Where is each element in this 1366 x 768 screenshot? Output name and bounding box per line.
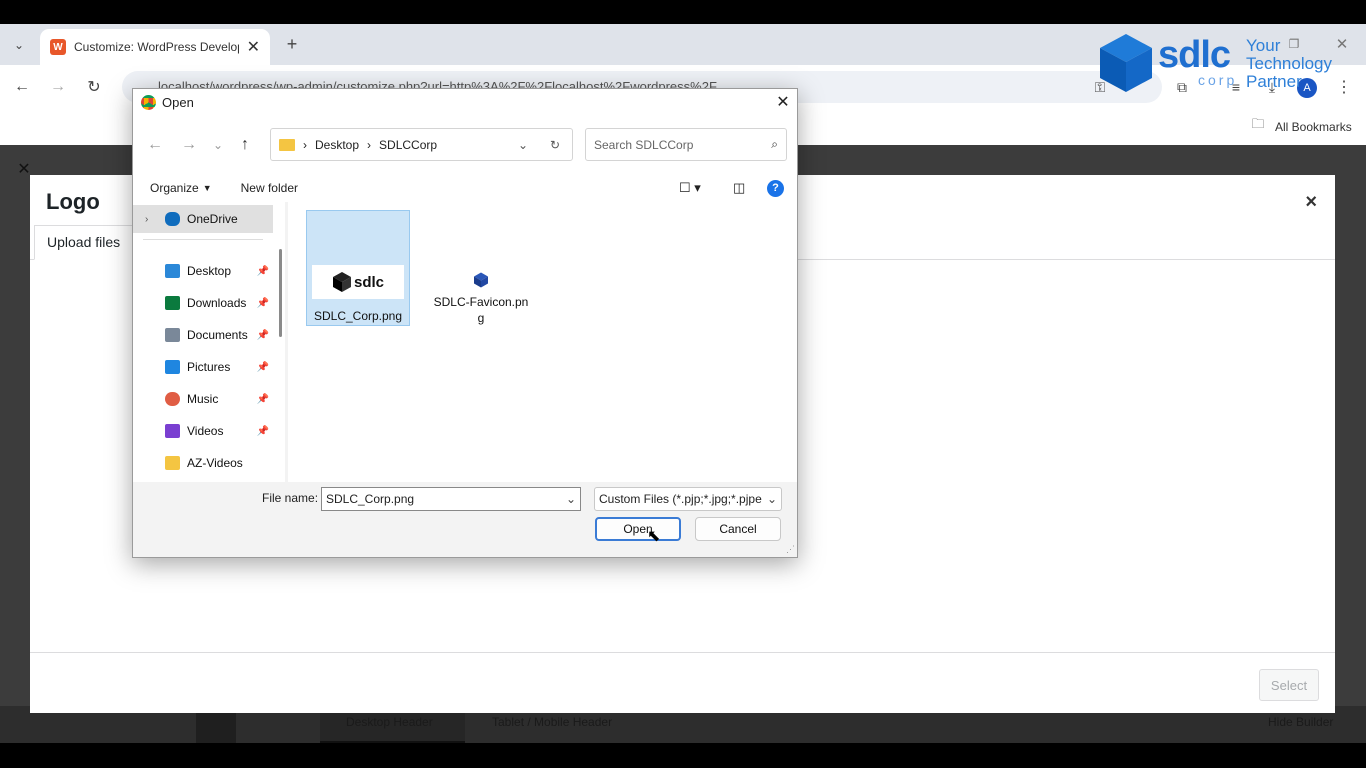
folder-icon [165, 456, 180, 470]
path-separator-icon: › [303, 137, 307, 152]
help-icon[interactable]: ? [767, 179, 784, 197]
open-button[interactable]: Open [595, 517, 681, 541]
wordpress-favicon-icon: W [50, 39, 66, 55]
dialog-forward-icon[interactable]: → [181, 136, 197, 154]
downloads-icon [165, 296, 180, 310]
chrome-icon [141, 95, 156, 110]
nav-item-az-videos[interactable]: AZ-Videos [133, 449, 273, 477]
nav-item-documents[interactable]: Documents 📌 [133, 321, 273, 349]
dialog-back-icon[interactable]: ← [147, 136, 163, 154]
preview-pane-icon[interactable]: ◫ [733, 180, 745, 196]
search-input[interactable]: Search SDLCCorp ⌕ [585, 128, 787, 161]
nav-item-desktop[interactable]: Desktop 📌 [133, 257, 273, 285]
chevron-down-icon: ▼ [202, 183, 212, 193]
pin-icon: 📌 [256, 361, 269, 373]
reload-icon[interactable]: ↻ [84, 77, 104, 97]
dialog-command-bar: Organize ▼ New folder ☐ ▾ ◫ ? [133, 174, 797, 202]
up-folder-icon[interactable]: ↑ [241, 136, 249, 154]
search-icon: ⌕ [771, 137, 778, 151]
new-tab-icon[interactable]: + [282, 34, 302, 54]
recent-locations-icon[interactable]: ⌄ [213, 138, 223, 152]
nav-item-pictures[interactable]: Pictures 📌 [133, 353, 273, 381]
navigation-pane: › OneDrive Desktop 📌 Downloads 📌 Documents… [133, 202, 285, 482]
file-type-select[interactable]: Custom Files (*.pjp;*.jpg;*.pjpe ⌄ [594, 487, 782, 511]
modal-title: Logo [46, 189, 100, 214]
upload-files-tab[interactable]: Upload files [34, 225, 134, 260]
logo-tagline: Your Technology Partner [1246, 36, 1333, 91]
path-separator-icon: › [367, 137, 372, 152]
tablet-header-tab[interactable]: Tablet / Mobile Header [492, 715, 612, 729]
organize-menu[interactable]: Organize [150, 181, 199, 195]
file-name-label: SDLC_Corp.png [313, 309, 403, 323]
pin-icon: 📌 [256, 425, 269, 437]
videos-icon [165, 424, 180, 438]
breadcrumb-sdlccorp[interactable]: SDLCCorp [379, 138, 437, 152]
screen-bottom-bar [0, 743, 1366, 768]
view-options-icon[interactable]: ☐ ▾ [679, 180, 701, 196]
file-item-sdlc-corp[interactable]: sdlc SDLC_Corp.png [306, 210, 410, 326]
browser-tab[interactable]: W Customize: WordPress Develop ✕ [40, 29, 270, 65]
nav-item-onedrive[interactable]: › OneDrive [133, 205, 273, 233]
breadcrumb-desktop[interactable]: Desktop [315, 138, 359, 152]
nav-divider [143, 239, 263, 240]
sdlc-logo-thumbnail: sdlc [312, 265, 404, 299]
modal-footer-divider [30, 652, 1335, 653]
tab-title: Customize: WordPress Develop [74, 40, 239, 54]
folder-path-bar[interactable]: › Desktop › SDLCCorp ⌄ ↻ [270, 128, 573, 161]
pin-icon: 📌 [256, 265, 269, 277]
cube-logo-icon [1100, 34, 1152, 92]
music-icon [165, 392, 180, 406]
file-name-input[interactable]: SDLC_Corp.png ⌄ [321, 487, 581, 511]
dialog-nav-row: ← → ⌄ ↑ › Desktop › SDLCCorp ⌄ ↻ Search … [133, 116, 797, 174]
modal-close-icon[interactable]: × [1305, 191, 1317, 214]
file-name-label: File name: [262, 491, 319, 505]
sdlc-corp-logo: sdlc corp Your Technology Partner [1096, 32, 1356, 94]
file-item-sdlc-favicon[interactable]: SDLC-Favicon.pn g [429, 210, 533, 326]
cube-icon [332, 272, 351, 292]
resize-grip-icon[interactable]: ⋰ [786, 544, 795, 555]
cancel-button[interactable]: Cancel [695, 517, 781, 541]
folder-icon [279, 138, 295, 151]
folder-icon: 🗀 [1251, 116, 1265, 131]
nav-item-downloads[interactable]: Downloads 📌 [133, 289, 273, 317]
dialog-footer: File name: SDLC_Corp.png ⌄ Custom Files … [133, 482, 797, 557]
file-list-pane: sdlc SDLC_Corp.png SDLC-Favicon.pn g [288, 202, 797, 482]
tab-search-icon[interactable]: ⌄ [8, 34, 30, 56]
logo-wordmark: sdlc [1158, 34, 1231, 76]
cloud-icon [165, 212, 180, 226]
path-dropdown-icon[interactable]: ⌄ [518, 138, 528, 152]
logo-corp-text: corp [1198, 72, 1238, 88]
pin-icon: 📌 [256, 329, 269, 341]
dialog-title: Open [162, 95, 194, 110]
desktop-icon [165, 264, 180, 278]
chevron-down-icon: ⌄ [766, 488, 777, 510]
chevron-down-icon[interactable]: ⌄ [566, 488, 576, 510]
nav-item-videos[interactable]: Videos 📌 [133, 417, 273, 445]
dialog-close-icon[interactable]: ✕ [773, 92, 793, 112]
open-file-dialog: Open ✕ ← → ⌄ ↑ › Desktop › SDLCCorp ⌄ ↻ … [132, 88, 798, 558]
nav-item-music[interactable]: Music 📌 [133, 385, 273, 413]
forward-icon[interactable]: → [48, 77, 68, 97]
dialog-titlebar: Open ✕ [133, 89, 797, 116]
pictures-icon [165, 360, 180, 374]
all-bookmarks-link[interactable]: All Bookmarks [1275, 120, 1352, 134]
tab-close-icon[interactable]: ✕ [247, 37, 260, 57]
pin-icon: 📌 [256, 393, 269, 405]
cube-icon [474, 272, 488, 288]
back-icon[interactable]: ← [12, 77, 32, 97]
documents-icon [165, 328, 180, 342]
pin-icon: 📌 [256, 297, 269, 309]
new-folder-button[interactable]: New folder [241, 181, 298, 195]
expand-chevron-icon[interactable]: › [145, 214, 148, 225]
mouse-cursor-icon: ⬉ [647, 528, 661, 545]
hide-builder-button[interactable]: Hide Builder [1268, 715, 1333, 729]
search-placeholder: Search SDLCCorp [594, 137, 694, 152]
file-name-label: SDLC-Favicon.pn g [433, 295, 529, 325]
nav-scrollbar[interactable] [279, 249, 282, 337]
refresh-icon[interactable]: ↻ [550, 138, 560, 152]
select-button[interactable]: Select [1259, 669, 1319, 701]
